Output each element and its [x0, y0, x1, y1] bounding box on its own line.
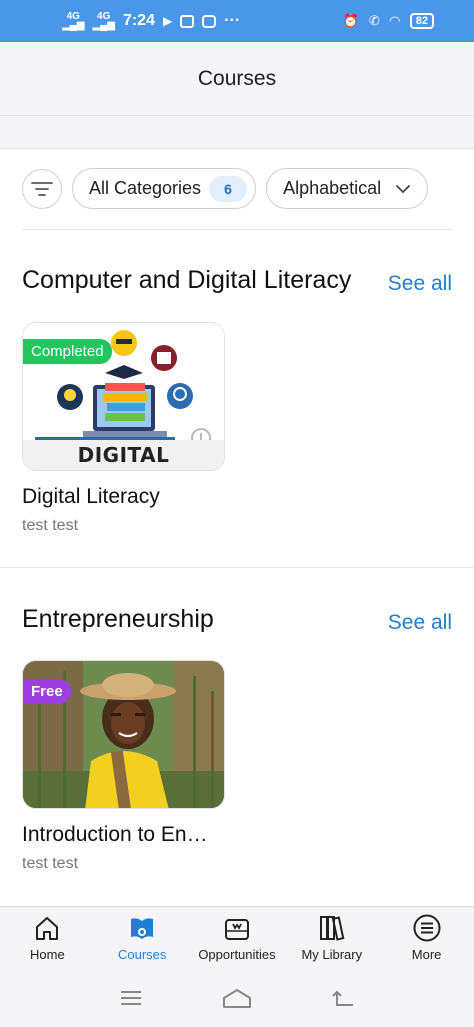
briefcase-icon: [224, 919, 249, 940]
see-all-link[interactable]: See all: [388, 611, 452, 635]
network-type-1: 4G: [66, 11, 80, 22]
nav-home[interactable]: Home: [0, 913, 94, 962]
filter-button[interactable]: [22, 168, 62, 209]
header-subbar: [0, 116, 474, 149]
sort-label: Alphabetical: [283, 178, 382, 198]
library-icon: [319, 916, 345, 941]
clock: 7:24: [122, 12, 155, 29]
battery-icon: 82: [409, 13, 434, 29]
nav-my-library[interactable]: My Library: [285, 913, 379, 962]
battery-level: 82: [415, 15, 428, 27]
app-header: Courses: [0, 42, 474, 116]
section-title-entrepreneurship: Entrepreneurship: [22, 605, 214, 633]
nav-home-label: Home: [30, 947, 65, 962]
menu-icon: [413, 914, 441, 942]
chevron-down-icon: [396, 184, 411, 193]
alarm-icon: ⏰: [342, 13, 359, 28]
image-caption: DIGITAL LITERACY: [23, 440, 224, 470]
page-title: Courses: [197, 66, 277, 90]
section-divider: [0, 567, 474, 568]
network-type-2: 4G: [97, 11, 111, 22]
completed-badge: Completed: [23, 339, 112, 364]
filter-bar: All Categories 6 Alphabetical: [22, 168, 429, 209]
nav-opportunities-label: Opportunities: [198, 947, 276, 962]
free-badge: Free: [23, 679, 71, 704]
course-thumbnail: Completed DIGITAL LITERACY: [22, 322, 225, 471]
course-card-entrepreneurship[interactable]: Free Introduction to En… test test: [22, 660, 225, 873]
see-all-link[interactable]: See all: [388, 272, 452, 296]
category-filter-label: All Categories: [89, 178, 202, 198]
divider: [22, 229, 452, 230]
signal-icon: 4G ▂▄▆: [62, 11, 85, 31]
nav-courses-label: Courses: [117, 947, 167, 962]
course-thumbnail: Free: [22, 660, 225, 809]
nav-opportunities[interactable]: Opportunities: [190, 913, 284, 962]
nav-courses[interactable]: Courses: [95, 913, 189, 962]
home-icon: [36, 917, 59, 940]
instagram-icon: [202, 14, 217, 28]
course-author: test test: [22, 855, 79, 872]
signal-icon-2: 4G ▂▄▆: [92, 11, 115, 31]
nav-my-library-label: My Library: [301, 947, 363, 962]
home-system-icon[interactable]: [221, 987, 253, 1009]
system-nav-bar: [0, 968, 474, 1027]
section-title-digital-literacy: Computer and Digital Literacy: [22, 266, 352, 294]
bottom-nav: Home Courses Opportunities My Library Mo…: [0, 906, 474, 968]
more-notifications-icon: ···: [224, 12, 241, 29]
category-filter-pill[interactable]: All Categories 6: [72, 168, 257, 209]
nav-more[interactable]: More: [380, 913, 474, 962]
filter-icon: [31, 181, 53, 196]
back-icon[interactable]: [331, 988, 355, 1008]
recents-icon[interactable]: [119, 989, 143, 1007]
youtube-icon: ▶: [162, 14, 173, 28]
course-author: test test: [22, 517, 79, 534]
call-icon: ✆: [368, 13, 380, 28]
courses-icon: [131, 918, 154, 939]
category-count-badge: 6: [209, 175, 248, 202]
nav-more-label: More: [411, 947, 442, 962]
course-title: Introduction to En…: [22, 823, 208, 846]
wifi-icon: ◠: [389, 13, 400, 28]
sort-dropdown[interactable]: Alphabetical: [266, 168, 429, 209]
course-title: Digital Literacy: [22, 485, 160, 508]
status-bar: 4G ▂▄▆ 4G ▂▄▆ 7:24 ▶ ··· ⏰ ✆ ◠ 82: [0, 0, 474, 42]
course-card-digital-literacy[interactable]: Completed DIGITAL LITERACY Digital Liter…: [22, 322, 225, 535]
mail-icon: [180, 14, 195, 28]
